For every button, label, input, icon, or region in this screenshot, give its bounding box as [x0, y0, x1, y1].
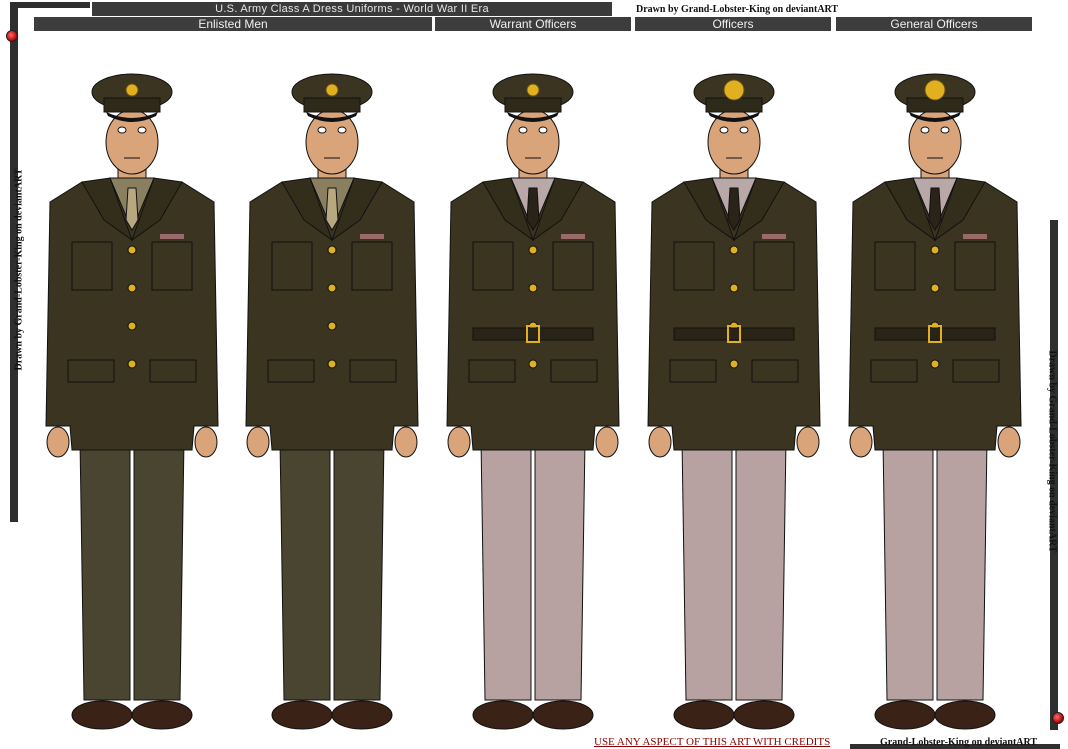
left-shoe — [673, 700, 735, 730]
necktie — [325, 187, 339, 231]
left-eye — [518, 126, 528, 134]
header-warrant: Warrant Officers — [435, 17, 631, 31]
right-shoe — [733, 700, 795, 730]
cap-band — [504, 97, 562, 113]
left-eye — [920, 126, 930, 134]
red-dot-top-left-icon — [6, 30, 18, 42]
jacket-button — [327, 359, 337, 369]
jacket-button — [930, 359, 940, 369]
side-credit-right: Drawn by Grand-Lobster-King on deviantAR… — [1046, 350, 1058, 553]
right-eye — [137, 126, 147, 134]
jacket-button — [528, 359, 538, 369]
usage-note: USE ANY ASPECT OF THIS ART WITH CREDITS — [594, 736, 831, 748]
header-officers: Officers — [635, 17, 831, 31]
left-eye — [117, 126, 127, 134]
header-general: General Officers — [836, 17, 1032, 31]
figure-general-officer — [848, 73, 1022, 730]
ribbon-bar — [360, 234, 384, 239]
cap-badge — [325, 83, 339, 97]
belt — [673, 327, 795, 341]
left-shoe — [71, 700, 133, 730]
frame-top-left — [10, 2, 90, 8]
necktie — [526, 187, 540, 231]
right-shoe — [331, 700, 393, 730]
cap-badge — [526, 83, 540, 97]
left-hand — [246, 426, 270, 458]
jacket-button — [127, 321, 137, 331]
jacket-button — [528, 245, 538, 255]
header-enlisted: Enlisted Men — [34, 17, 432, 31]
necktie — [727, 187, 741, 231]
page-title: U.S. Army Class A Dress Uniforms - World… — [92, 2, 612, 16]
figure-enlisted-private — [45, 73, 219, 730]
cap-band — [303, 97, 361, 113]
cap-badge — [924, 79, 946, 101]
right-shoe — [532, 700, 594, 730]
bottom-credit: Grand-Lobster-King on deviantART — [880, 737, 1038, 748]
necktie — [928, 187, 942, 231]
belt — [874, 327, 996, 341]
jacket-button — [127, 359, 137, 369]
jacket-button — [327, 321, 337, 331]
figure-enlisted-sergeant — [245, 73, 419, 730]
side-credit-left: Drawn by Grand-Lobster-King on deviantAR… — [13, 168, 25, 371]
cap-badge — [125, 83, 139, 97]
left-hand — [447, 426, 471, 458]
cap-badge — [723, 79, 745, 101]
left-eye — [719, 126, 729, 134]
ribbon-bar — [963, 234, 987, 239]
left-eye — [317, 126, 327, 134]
left-trouser-leg — [279, 439, 331, 701]
right-shoe — [934, 700, 996, 730]
jacket-button — [327, 245, 337, 255]
jacket-button — [528, 283, 538, 293]
ribbon-bar — [561, 234, 585, 239]
credit-top: Drawn by Grand-Lobster-King on deviantAR… — [636, 4, 839, 15]
right-eye — [940, 126, 950, 134]
left-shoe — [472, 700, 534, 730]
right-trouser-leg — [735, 439, 787, 701]
necktie — [125, 187, 139, 231]
right-hand — [595, 426, 619, 458]
right-trouser-leg — [936, 439, 988, 701]
right-eye — [337, 126, 347, 134]
left-trouser-leg — [681, 439, 733, 701]
left-shoe — [874, 700, 936, 730]
jacket-button — [127, 245, 137, 255]
cap-band — [103, 97, 161, 113]
jacket-button — [930, 283, 940, 293]
figure-officer — [647, 73, 821, 730]
belt — [472, 327, 594, 341]
left-hand — [648, 426, 672, 458]
right-trouser-leg — [534, 439, 586, 701]
jacket-button — [729, 359, 739, 369]
right-trouser-leg — [333, 439, 385, 701]
figure-warrant-officer — [446, 73, 620, 730]
right-hand — [194, 426, 218, 458]
left-trouser-leg — [79, 439, 131, 701]
right-shoe — [131, 700, 193, 730]
right-eye — [739, 126, 749, 134]
right-hand — [997, 426, 1021, 458]
right-hand — [796, 426, 820, 458]
left-hand — [849, 426, 873, 458]
ribbon-bar — [762, 234, 786, 239]
right-hand — [394, 426, 418, 458]
left-shoe — [271, 700, 333, 730]
left-trouser-leg — [882, 439, 934, 701]
left-hand — [46, 426, 70, 458]
red-dot-bottom-right-icon — [1052, 712, 1064, 724]
jacket-button — [729, 283, 739, 293]
right-trouser-leg — [133, 439, 185, 701]
right-eye — [538, 126, 548, 134]
jacket-button — [930, 245, 940, 255]
jacket-button — [127, 283, 137, 293]
ribbon-bar — [160, 234, 184, 239]
left-trouser-leg — [480, 439, 532, 701]
jacket-button — [729, 245, 739, 255]
jacket-button — [327, 283, 337, 293]
